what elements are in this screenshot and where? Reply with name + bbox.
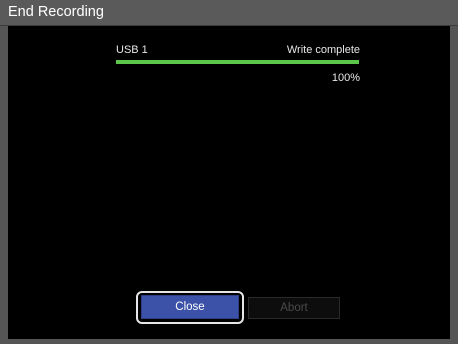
drive-status-label: Write complete (286, 44, 360, 56)
dialog-titlebar: End Recording (0, 0, 458, 26)
progress-percent-label: 100% (331, 72, 360, 84)
dialog-title: End Recording (8, 4, 104, 20)
close-button[interactable]: Close (141, 295, 239, 319)
dialog-content: USB 1 Write complete 100% Close Abort (8, 26, 450, 339)
dialog-bottom-border (0, 339, 458, 344)
write-progress-bar (116, 60, 359, 64)
write-progress-fill (116, 60, 359, 64)
end-recording-dialog: End Recording USB 1 Write complete 100% … (0, 0, 458, 344)
drive-name-label: USB 1 (116, 44, 148, 56)
abort-button[interactable]: Abort (248, 297, 340, 319)
